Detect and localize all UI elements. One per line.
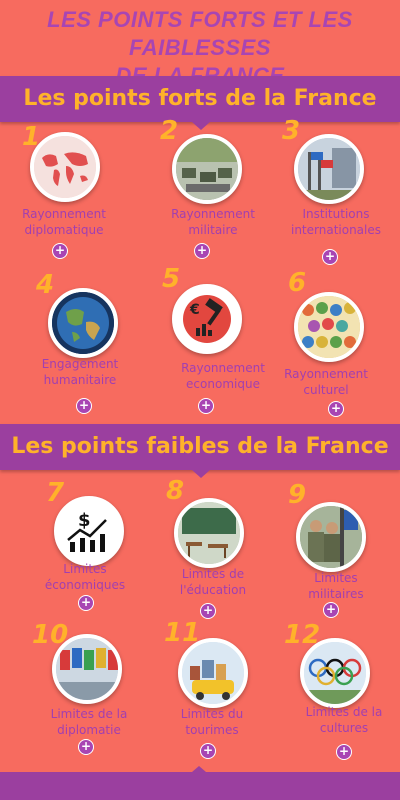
item-label: Limites de l'éducation bbox=[179, 567, 247, 597]
olympic-rings-icon bbox=[300, 638, 370, 708]
flags-building-icon bbox=[294, 134, 364, 204]
crowd-icon bbox=[294, 292, 364, 362]
expand-button[interactable]: + bbox=[323, 602, 339, 618]
expand-button[interactable]: + bbox=[328, 401, 344, 417]
strengths-banner-title: Les points forts de la France bbox=[23, 86, 377, 111]
item-label: Limites militaires bbox=[308, 571, 364, 601]
banner-notch bbox=[192, 470, 210, 478]
expand-button[interactable]: + bbox=[322, 249, 338, 265]
strengths-banner: Les points forts de la France bbox=[0, 76, 400, 130]
flags-icon bbox=[52, 634, 122, 704]
bottom-bar-notch bbox=[192, 766, 206, 772]
item-number: 6 bbox=[288, 268, 307, 298]
item-label: Limites économiques bbox=[44, 562, 126, 592]
expand-button[interactable]: + bbox=[200, 743, 216, 759]
svg-text:$: $ bbox=[78, 510, 91, 531]
item-label: Rayonnement culturel bbox=[284, 367, 368, 397]
dollar-chart-icon: $ bbox=[54, 496, 124, 566]
item-label: Institutions internationales bbox=[290, 207, 382, 237]
expand-button[interactable]: + bbox=[200, 603, 216, 619]
expand-button[interactable]: + bbox=[198, 398, 214, 414]
weaknesses-banner: Les points faibles de la France bbox=[0, 424, 400, 478]
world-map-icon bbox=[30, 132, 100, 202]
item-label: Rayonnement militaire bbox=[171, 207, 255, 237]
globe-icon bbox=[48, 288, 118, 358]
item-number: 7 bbox=[46, 478, 65, 508]
gavel-euro-icon: € bbox=[172, 284, 242, 354]
expand-button[interactable]: + bbox=[78, 595, 94, 611]
item-label: Limites de la diplomatie bbox=[50, 707, 128, 737]
expand-button[interactable]: + bbox=[336, 744, 352, 760]
item-label: Limites de la cultures bbox=[305, 705, 383, 735]
weaknesses-banner-title: Les points faibles de la France bbox=[11, 434, 389, 459]
item-label: Engagement humanitaire bbox=[41, 357, 119, 387]
item-label: Rayonnement economique bbox=[181, 361, 265, 391]
item-label: Limites du tourimes bbox=[180, 707, 244, 737]
item-number: 4 bbox=[36, 270, 55, 300]
expand-button[interactable]: + bbox=[52, 243, 68, 259]
tourism-car-icon bbox=[178, 638, 248, 708]
expand-button[interactable]: + bbox=[78, 739, 94, 755]
item-number: 3 bbox=[282, 116, 301, 146]
item-number: 8 bbox=[166, 476, 185, 506]
expand-button[interactable]: + bbox=[194, 243, 210, 259]
title-line-1: LES POINTS FORTS ET LES FAIBLESSES bbox=[47, 7, 353, 60]
item-number: 2 bbox=[160, 116, 179, 146]
item-number: 5 bbox=[162, 264, 181, 294]
banner-notch bbox=[192, 122, 210, 130]
classroom-icon bbox=[174, 498, 244, 568]
svg-text:€: € bbox=[189, 302, 200, 318]
infographic: LES POINTS FORTS ET LES FAIBLESSES DE LA… bbox=[0, 0, 400, 800]
expand-button[interactable]: + bbox=[76, 398, 92, 414]
item-label: Rayonnement diplomatique bbox=[22, 207, 106, 237]
military-parade-icon bbox=[172, 134, 242, 204]
item-number: 9 bbox=[288, 480, 307, 510]
bottom-bar bbox=[0, 766, 400, 800]
soldiers-icon bbox=[296, 502, 366, 572]
